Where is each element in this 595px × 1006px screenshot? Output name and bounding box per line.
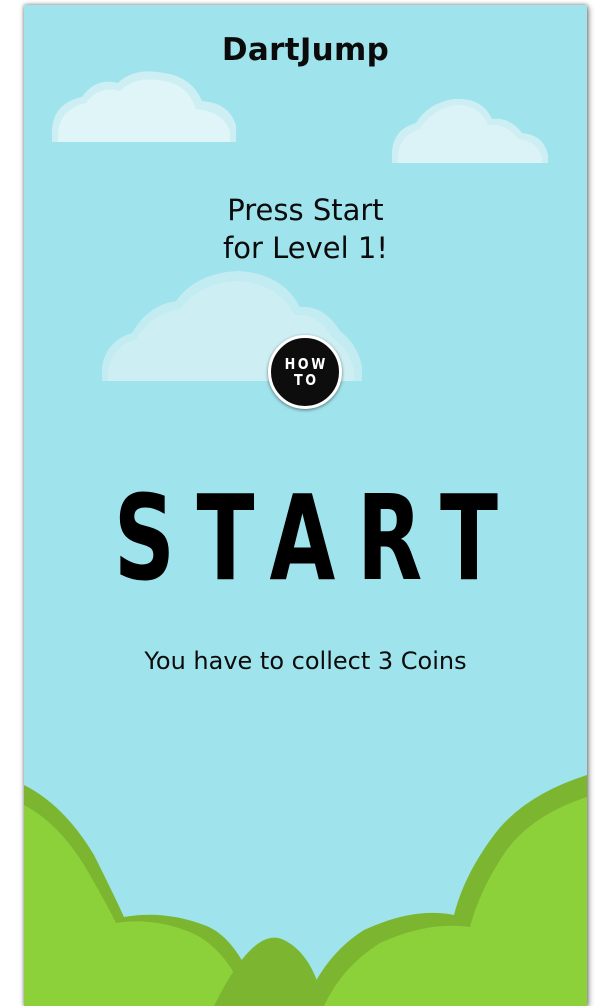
start-label: START [113,469,520,607]
how-to-label-line1: HOW [284,355,328,373]
game-title: DartJump [221,32,390,68]
level-prompt-line2: for Level 1! [223,231,388,265]
level-prompt-line1: Press Start [227,193,384,227]
start-button[interactable]: START [24,469,587,607]
coin-goal-text: You have to collect 3 Coins [144,647,467,675]
how-to-label-line2: TO [293,371,319,389]
how-to-button[interactable]: HOW TO [268,335,342,409]
cloud-top-right [392,98,548,163]
game-screen: DartJump Press Start for Level 1! HOW TO… [24,5,587,1006]
green-hills [24,775,587,1006]
cloud-top-left [52,71,236,142]
level-prompt: Press Start for Level 1! [24,191,587,267]
